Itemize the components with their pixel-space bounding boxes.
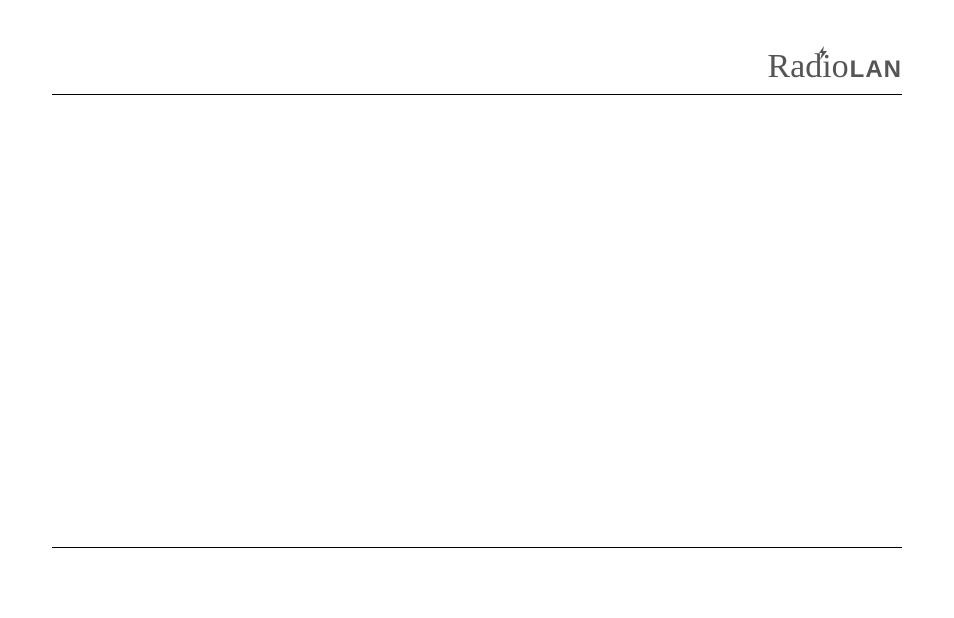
brand-logo: Radio LAN [767, 48, 902, 86]
lightning-bolt-icon [816, 46, 830, 60]
header-rule [52, 94, 902, 95]
page-header: Radio LAN [52, 48, 902, 92]
footer-rule [52, 547, 902, 548]
document-page: Radio LAN [0, 0, 954, 618]
logo-text-radio: Radio [767, 48, 848, 86]
logo-text-lan: LAN [850, 56, 902, 84]
